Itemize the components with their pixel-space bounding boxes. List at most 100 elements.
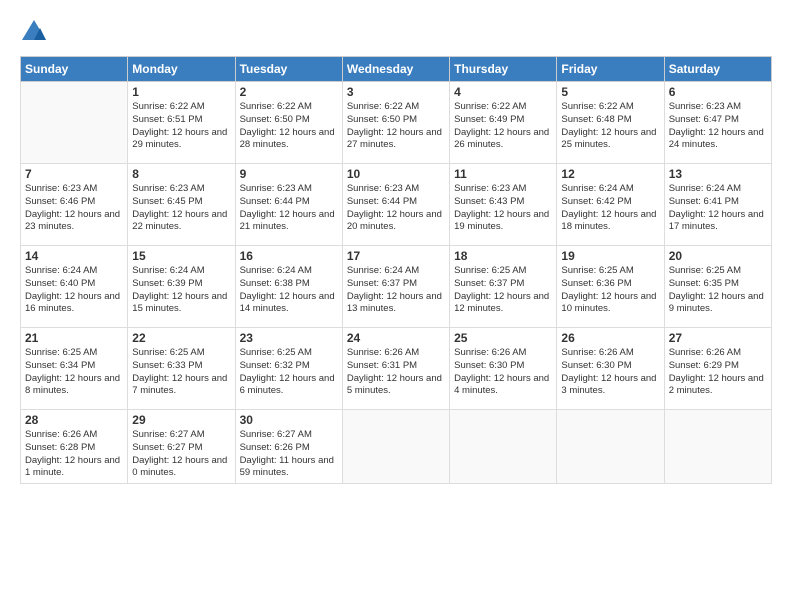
day-number: 9 <box>240 167 338 181</box>
day-info: Sunrise: 6:26 AM Sunset: 6:31 PM Dayligh… <box>347 347 445 398</box>
day-info: Sunrise: 6:26 AM Sunset: 6:28 PM Dayligh… <box>25 429 123 480</box>
day-cell: 19 Sunrise: 6:25 AM Sunset: 6:36 PM Dayli… <box>557 246 664 328</box>
day-info: Sunrise: 6:23 AM Sunset: 6:44 PM Dayligh… <box>347 183 445 234</box>
day-cell: 23 Sunrise: 6:25 AM Sunset: 6:32 PM Dayli… <box>235 328 342 410</box>
day-info: Sunrise: 6:23 AM Sunset: 6:45 PM Dayligh… <box>132 183 230 234</box>
header-cell-friday: Friday <box>557 57 664 82</box>
day-info: Sunrise: 6:22 AM Sunset: 6:51 PM Dayligh… <box>132 101 230 152</box>
day-number: 1 <box>132 85 230 99</box>
day-info: Sunrise: 6:22 AM Sunset: 6:49 PM Dayligh… <box>454 101 552 152</box>
day-cell: 9 Sunrise: 6:23 AM Sunset: 6:44 PM Daylig… <box>235 164 342 246</box>
day-cell: 3 Sunrise: 6:22 AM Sunset: 6:50 PM Daylig… <box>342 82 449 164</box>
day-info: Sunrise: 6:24 AM Sunset: 6:37 PM Dayligh… <box>347 265 445 316</box>
day-cell: 22 Sunrise: 6:25 AM Sunset: 6:33 PM Dayli… <box>128 328 235 410</box>
week-row-5: 28Sunrise: 6:26 AM Sunset: 6:28 PM Dayli… <box>21 410 772 484</box>
day-cell: 6 Sunrise: 6:23 AM Sunset: 6:47 PM Daylig… <box>664 82 771 164</box>
day-cell: 30 Sunrise: 6:27 AM Sunset: 6:26 PM Dayli… <box>235 410 342 484</box>
day-info: Sunrise: 6:25 AM Sunset: 6:35 PM Dayligh… <box>669 265 767 316</box>
day-number: 4 <box>454 85 552 99</box>
day-number: 7 <box>25 167 123 181</box>
day-number: 23 <box>240 331 338 345</box>
day-cell <box>450 410 557 484</box>
week-row-3: 14 Sunrise: 6:24 AM Sunset: 6:40 PM Dayli… <box>21 246 772 328</box>
day-cell: 25 Sunrise: 6:26 AM Sunset: 6:30 PM Dayli… <box>450 328 557 410</box>
day-info: Sunrise: 6:24 AM Sunset: 6:42 PM Dayligh… <box>561 183 659 234</box>
day-number: 20 <box>669 249 767 263</box>
day-cell: 7Sunrise: 6:23 AM Sunset: 6:46 PM Daylig… <box>21 164 128 246</box>
day-number: 26 <box>561 331 659 345</box>
day-cell: 20 Sunrise: 6:25 AM Sunset: 6:35 PM Dayli… <box>664 246 771 328</box>
header-cell-monday: Monday <box>128 57 235 82</box>
day-cell: 24 Sunrise: 6:26 AM Sunset: 6:31 PM Dayli… <box>342 328 449 410</box>
day-number: 22 <box>132 331 230 345</box>
day-info: Sunrise: 6:25 AM Sunset: 6:34 PM Dayligh… <box>25 347 123 398</box>
day-cell: 12 Sunrise: 6:24 AM Sunset: 6:42 PM Dayli… <box>557 164 664 246</box>
day-info: Sunrise: 6:23 AM Sunset: 6:43 PM Dayligh… <box>454 183 552 234</box>
day-cell: 2Sunrise: 6:22 AM Sunset: 6:50 PM Daylig… <box>235 82 342 164</box>
logo <box>20 18 52 46</box>
day-info: Sunrise: 6:23 AM Sunset: 6:47 PM Dayligh… <box>669 101 767 152</box>
day-cell: 15Sunrise: 6:24 AM Sunset: 6:39 PM Dayli… <box>128 246 235 328</box>
day-info: Sunrise: 6:24 AM Sunset: 6:38 PM Dayligh… <box>240 265 338 316</box>
day-cell: 14 Sunrise: 6:24 AM Sunset: 6:40 PM Dayli… <box>21 246 128 328</box>
day-number: 17 <box>347 249 445 263</box>
day-cell: 27 Sunrise: 6:26 AM Sunset: 6:29 PM Dayli… <box>664 328 771 410</box>
day-number: 30 <box>240 413 338 427</box>
day-cell: 18Sunrise: 6:25 AM Sunset: 6:37 PM Dayli… <box>450 246 557 328</box>
day-info: Sunrise: 6:26 AM Sunset: 6:30 PM Dayligh… <box>454 347 552 398</box>
day-cell: 1 Sunrise: 6:22 AM Sunset: 6:51 PM Daylig… <box>128 82 235 164</box>
week-row-1: 1 Sunrise: 6:22 AM Sunset: 6:51 PM Daylig… <box>21 82 772 164</box>
page: SundayMondayTuesdayWednesdayThursdayFrid… <box>0 0 792 612</box>
day-info: Sunrise: 6:22 AM Sunset: 6:50 PM Dayligh… <box>347 101 445 152</box>
day-info: Sunrise: 6:26 AM Sunset: 6:29 PM Dayligh… <box>669 347 767 398</box>
day-cell <box>557 410 664 484</box>
day-info: Sunrise: 6:24 AM Sunset: 6:41 PM Dayligh… <box>669 183 767 234</box>
day-cell: 17 Sunrise: 6:24 AM Sunset: 6:37 PM Dayli… <box>342 246 449 328</box>
day-info: Sunrise: 6:26 AM Sunset: 6:30 PM Dayligh… <box>561 347 659 398</box>
day-info: Sunrise: 6:25 AM Sunset: 6:33 PM Dayligh… <box>132 347 230 398</box>
day-info: Sunrise: 6:25 AM Sunset: 6:36 PM Dayligh… <box>561 265 659 316</box>
day-cell: 11 Sunrise: 6:23 AM Sunset: 6:43 PM Dayli… <box>450 164 557 246</box>
day-number: 5 <box>561 85 659 99</box>
day-number: 13 <box>669 167 767 181</box>
day-number: 6 <box>669 85 767 99</box>
header-cell-thursday: Thursday <box>450 57 557 82</box>
day-cell: 21 Sunrise: 6:25 AM Sunset: 6:34 PM Dayli… <box>21 328 128 410</box>
day-number: 24 <box>347 331 445 345</box>
day-cell: 10 Sunrise: 6:23 AM Sunset: 6:44 PM Dayli… <box>342 164 449 246</box>
day-info: Sunrise: 6:24 AM Sunset: 6:39 PM Dayligh… <box>132 265 230 316</box>
day-info: Sunrise: 6:27 AM Sunset: 6:27 PM Dayligh… <box>132 429 230 480</box>
day-number: 19 <box>561 249 659 263</box>
day-info: Sunrise: 6:27 AM Sunset: 6:26 PM Dayligh… <box>240 429 338 480</box>
day-cell: 8 Sunrise: 6:23 AM Sunset: 6:45 PM Daylig… <box>128 164 235 246</box>
day-number: 21 <box>25 331 123 345</box>
day-cell: 29Sunrise: 6:27 AM Sunset: 6:27 PM Dayli… <box>128 410 235 484</box>
logo-icon <box>20 18 48 46</box>
day-number: 18 <box>454 249 552 263</box>
day-info: Sunrise: 6:24 AM Sunset: 6:40 PM Dayligh… <box>25 265 123 316</box>
day-number: 8 <box>132 167 230 181</box>
day-number: 12 <box>561 167 659 181</box>
calendar-table: SundayMondayTuesdayWednesdayThursdayFrid… <box>20 56 772 484</box>
day-cell <box>664 410 771 484</box>
day-cell: 28Sunrise: 6:26 AM Sunset: 6:28 PM Dayli… <box>21 410 128 484</box>
day-number: 10 <box>347 167 445 181</box>
day-number: 25 <box>454 331 552 345</box>
day-cell: 26 Sunrise: 6:26 AM Sunset: 6:30 PM Dayli… <box>557 328 664 410</box>
header <box>20 18 772 46</box>
day-cell: 4 Sunrise: 6:22 AM Sunset: 6:49 PM Daylig… <box>450 82 557 164</box>
day-info: Sunrise: 6:23 AM Sunset: 6:44 PM Dayligh… <box>240 183 338 234</box>
day-info: Sunrise: 6:25 AM Sunset: 6:32 PM Dayligh… <box>240 347 338 398</box>
day-number: 11 <box>454 167 552 181</box>
week-row-4: 21 Sunrise: 6:25 AM Sunset: 6:34 PM Dayli… <box>21 328 772 410</box>
day-number: 27 <box>669 331 767 345</box>
day-number: 3 <box>347 85 445 99</box>
header-cell-tuesday: Tuesday <box>235 57 342 82</box>
header-cell-wednesday: Wednesday <box>342 57 449 82</box>
day-cell <box>342 410 449 484</box>
day-cell <box>21 82 128 164</box>
day-number: 14 <box>25 249 123 263</box>
day-info: Sunrise: 6:22 AM Sunset: 6:50 PM Dayligh… <box>240 101 338 152</box>
header-row: SundayMondayTuesdayWednesdayThursdayFrid… <box>21 57 772 82</box>
day-info: Sunrise: 6:22 AM Sunset: 6:48 PM Dayligh… <box>561 101 659 152</box>
